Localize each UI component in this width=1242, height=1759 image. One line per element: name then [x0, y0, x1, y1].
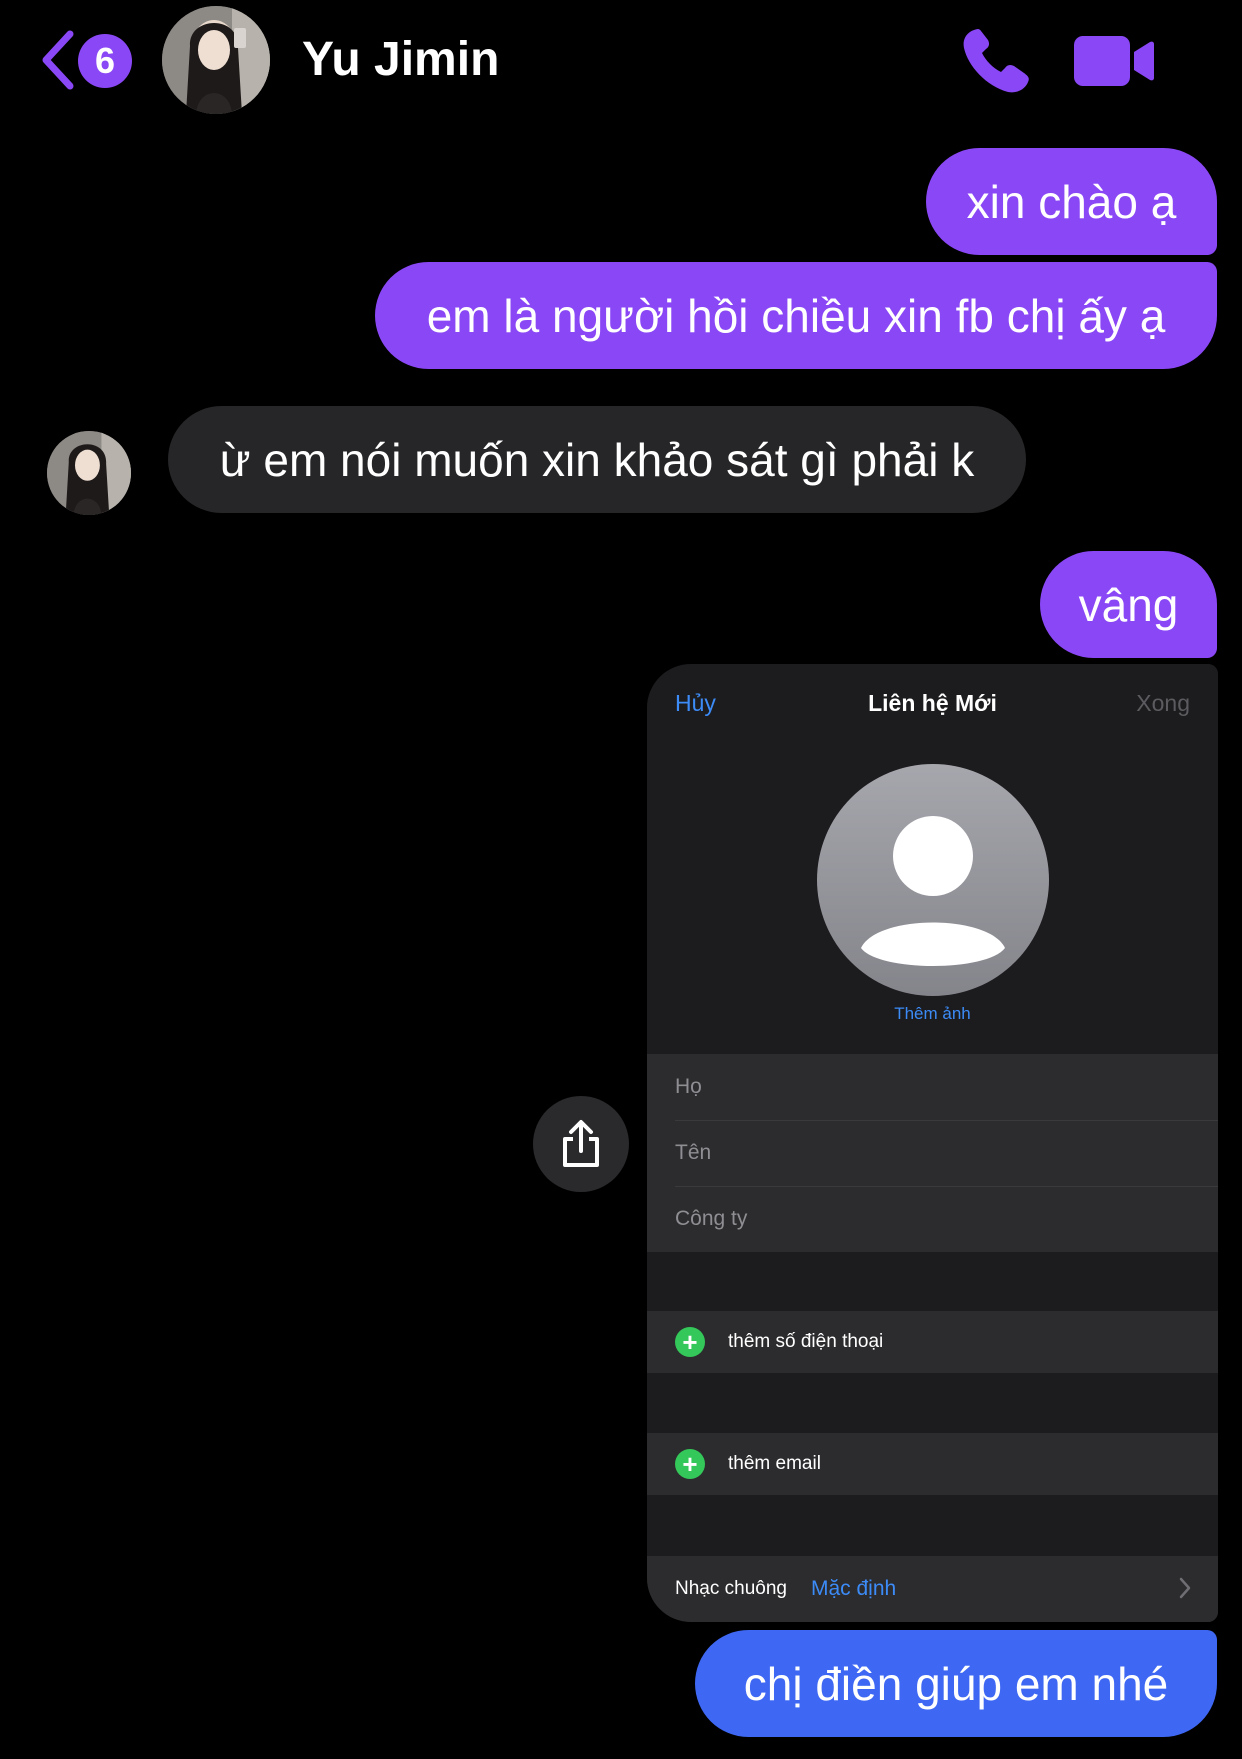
add-email-label: thêm email: [728, 1453, 821, 1474]
company-field: Công ty: [647, 1186, 1218, 1252]
add-phone-row: + thêm số điện thoại: [647, 1311, 1218, 1373]
chevron-right-icon: [1179, 1577, 1191, 1599]
outgoing-message[interactable]: chị điền giúp em nhé: [695, 1630, 1217, 1737]
first-name-field: Tên: [647, 1120, 1218, 1186]
person-placeholder-icon: [817, 764, 1049, 996]
outgoing-message[interactable]: xin chào ạ: [926, 148, 1217, 255]
new-contact-title: Liên hệ Mới: [868, 690, 997, 716]
name-fields: Họ Tên Công ty: [647, 1054, 1218, 1252]
outgoing-message[interactable]: vâng: [1040, 551, 1217, 658]
contact-name[interactable]: Yu Jimin: [302, 28, 499, 92]
profile-photo: [47, 431, 131, 515]
last-name-field: Họ: [675, 1075, 702, 1098]
unread-count-badge: 6: [78, 34, 132, 88]
add-photo-label: Thêm ảnh: [894, 1004, 971, 1023]
share-button[interactable]: [533, 1096, 629, 1192]
ringtone-row: Nhạc chuông Mặc định: [647, 1556, 1218, 1622]
phone-icon: [963, 29, 1029, 93]
contact-avatar[interactable]: [162, 6, 270, 114]
profile-photo: [162, 6, 270, 114]
sender-avatar[interactable]: [47, 431, 131, 515]
add-email-row: + thêm email: [647, 1433, 1218, 1495]
contact-form-header: Hủy Liên hệ Mới Xong Thêm ảnh: [647, 664, 1218, 1054]
ringtone-label: Nhạc chuông: [675, 1578, 787, 1599]
done-label: Xong: [1136, 690, 1190, 716]
plus-icon: +: [675, 1327, 705, 1357]
plus-icon: +: [675, 1449, 705, 1479]
share-icon: [563, 1120, 599, 1167]
shared-image-message[interactable]: Hủy Liên hệ Mới Xong Thêm ảnh Họ Tên Côn…: [647, 664, 1218, 1622]
incoming-message[interactable]: ừ em nói muốn xin khảo sát gì phải k: [168, 406, 1026, 513]
audio-call-button[interactable]: [960, 26, 1034, 96]
ringtone-value: Mặc định: [810, 1577, 897, 1600]
outgoing-message[interactable]: em là người hồi chiều xin fb chị ấy ạ: [375, 262, 1217, 369]
video-camera-icon: [1074, 36, 1154, 86]
back-button[interactable]: 6: [40, 28, 136, 92]
add-phone-label: thêm số điện thoại: [728, 1331, 884, 1352]
chevron-left-icon: [42, 30, 74, 90]
video-call-button[interactable]: [1072, 34, 1154, 88]
